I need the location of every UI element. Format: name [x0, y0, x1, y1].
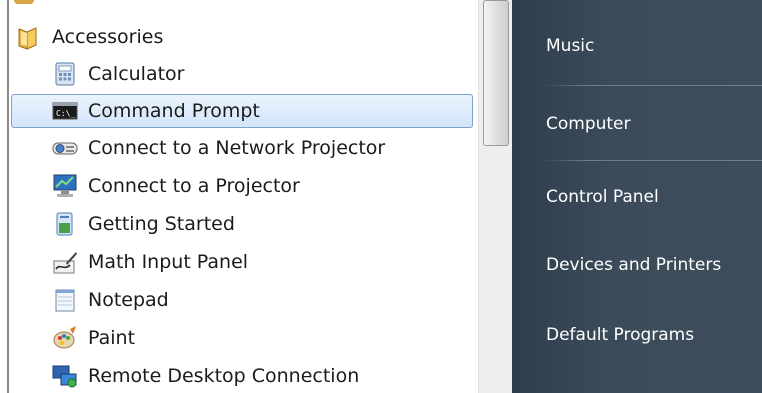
right-item-devices-printers[interactable]: Devices and Printers [546, 255, 721, 275]
program-getting-started-label: Getting Started [88, 213, 235, 235]
program-network-projector-label: Connect to a Network Projector [88, 137, 386, 159]
right-item-control-panel[interactable]: Control Panel [546, 187, 659, 207]
right-item-default-programs[interactable]: Default Programs [546, 325, 694, 345]
all-programs-list: Accessories Calculator C:\_ Command Prom… [0, 0, 478, 393]
notepad-icon [55, 289, 75, 312]
program-calculator[interactable]: Calculator [52, 57, 184, 91]
program-remote-desktop[interactable]: Remote Desktop Connection [52, 359, 359, 393]
program-paint[interactable]: Paint [52, 321, 135, 355]
getting-started-icon [56, 212, 73, 236]
program-projector[interactable]: Connect to a Projector [52, 169, 300, 203]
program-calculator-label: Calculator [88, 63, 185, 85]
program-getting-started[interactable]: Getting Started [52, 207, 235, 241]
program-remote-desktop-label: Remote Desktop Connection [88, 365, 360, 387]
program-notepad-label: Notepad [88, 289, 169, 311]
folder-accessories[interactable]: Accessories [16, 20, 163, 54]
right-separator [542, 85, 762, 86]
program-command-prompt[interactable]: C:\_ Command Prompt [52, 94, 260, 128]
list-left-border [7, 0, 9, 393]
folder-icon [18, 27, 37, 50]
programs-scrollbar[interactable] [478, 0, 512, 393]
program-notepad[interactable]: Notepad [52, 283, 169, 317]
program-projector-label: Connect to a Projector [88, 175, 300, 197]
svg-text:C:\_: C:\_ [56, 109, 75, 118]
program-math-input-panel-label: Math Input Panel [88, 251, 249, 273]
command-prompt-icon: C:\_ [52, 102, 78, 120]
program-paint-label: Paint [88, 327, 136, 349]
network-projector-icon [52, 142, 78, 155]
right-item-music[interactable]: Music [546, 36, 594, 56]
scrollbar-thumb[interactable] [483, 0, 509, 146]
calculator-icon [55, 62, 75, 86]
paint-icon [53, 326, 76, 349]
folder-accessories-label: Accessories [52, 26, 164, 48]
projector-icon [53, 174, 77, 197]
program-command-prompt-label: Command Prompt [88, 100, 260, 122]
partial-folder-icon [14, 0, 34, 4]
start-menu-right-pane: Music Computer Control Panel Devices and… [512, 0, 762, 393]
remote-desktop-icon [52, 365, 77, 388]
program-network-projector[interactable]: Connect to a Network Projector [52, 131, 385, 165]
math-input-icon [53, 252, 77, 274]
right-item-computer[interactable]: Computer [546, 114, 631, 134]
right-separator [542, 160, 762, 161]
program-math-input-panel[interactable]: Math Input Panel [52, 245, 248, 279]
